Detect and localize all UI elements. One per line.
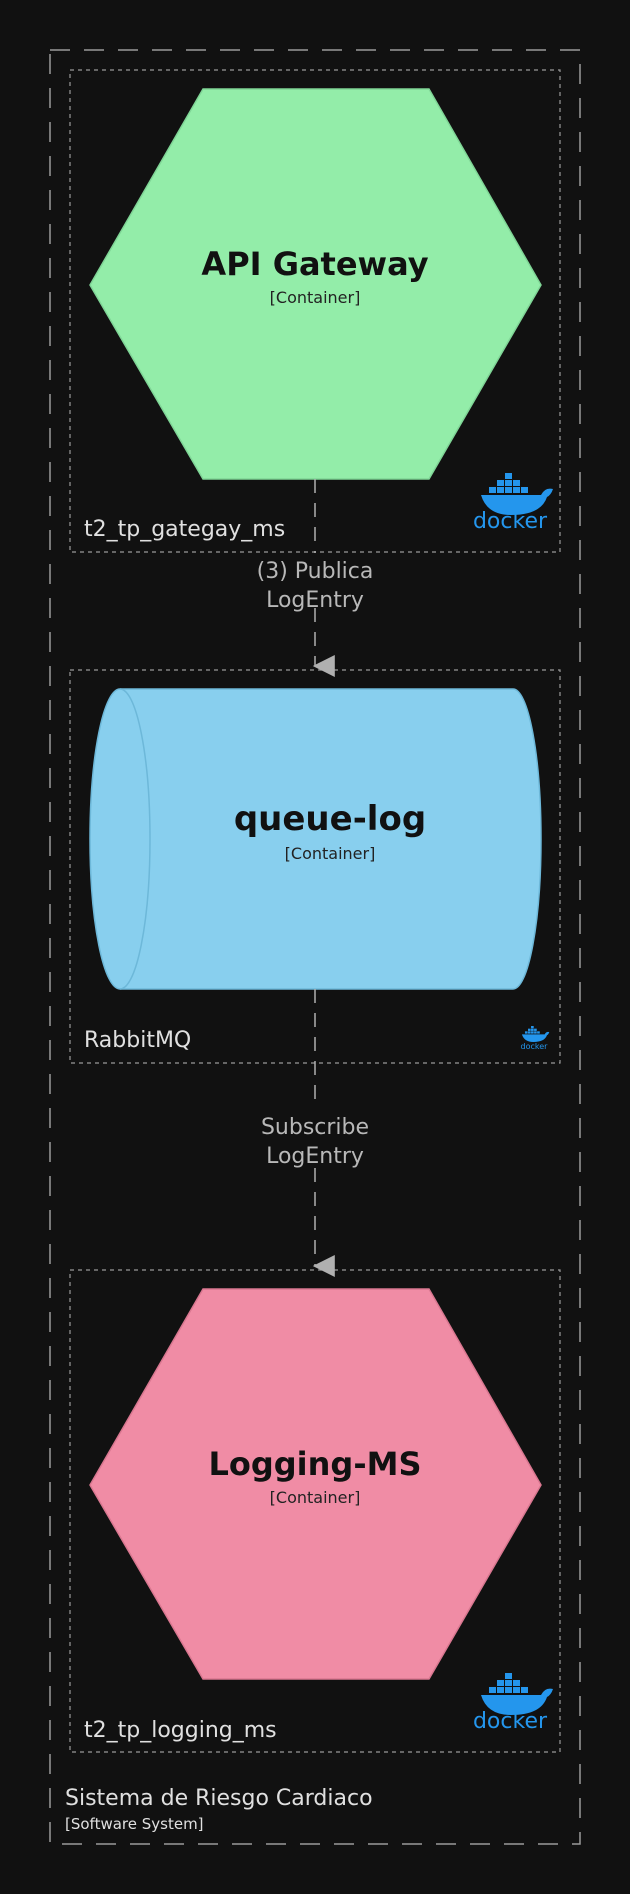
group-logging: Logging-MS [Container] t2_tp_logging_ms …	[69, 1269, 561, 1753]
system-type: [Software System]	[65, 1815, 204, 1833]
system-name: Sistema de Riesgo Cardiaco	[65, 1786, 373, 1811]
api-gateway-title: API Gateway	[201, 245, 428, 283]
docker-icon-text: docker	[473, 509, 548, 534]
docker-icon-text: docker	[473, 1709, 548, 1734]
edge-subscribe: Subscribe LogEntry	[261, 989, 369, 1277]
logging-ms-title: Logging-MS	[208, 1445, 421, 1483]
logging-ms-hexagon[interactable]	[89, 1288, 542, 1680]
architecture-diagram: API Gateway [Container] t2_tp_gategay_ms…	[49, 49, 581, 1845]
docker-icon: docker	[521, 1026, 550, 1051]
logging-ms-type: [Container]	[270, 1488, 361, 1507]
queue-log-type: [Container]	[285, 844, 376, 863]
queue-log-cylinder[interactable]	[89, 688, 542, 990]
edge-subscribe-label-2: LogEntry	[266, 1144, 364, 1169]
api-gateway-type: [Container]	[270, 288, 361, 307]
edge-publica: (3) Publica LogEntry	[257, 479, 374, 677]
api-gateway-hexagon[interactable]	[89, 88, 542, 480]
edge-subscribe-label-1: Subscribe	[261, 1115, 369, 1140]
queue-log-title: queue-log	[234, 799, 426, 839]
edge-publica-label-2: LogEntry	[266, 588, 364, 613]
docker-icon: docker	[473, 1673, 553, 1734]
docker-icon: docker	[473, 473, 553, 534]
group-logging-label: t2_tp_logging_ms	[84, 1718, 277, 1743]
edge-publica-label-1: (3) Publica	[257, 559, 374, 584]
group-rabbitmq: queue-log [Container] RabbitMQ docker	[69, 669, 561, 1064]
group-gateway-label: t2_tp_gategay_ms	[84, 517, 285, 542]
docker-icon-text: docker	[521, 1042, 549, 1051]
group-rabbitmq-label: RabbitMQ	[84, 1028, 191, 1053]
